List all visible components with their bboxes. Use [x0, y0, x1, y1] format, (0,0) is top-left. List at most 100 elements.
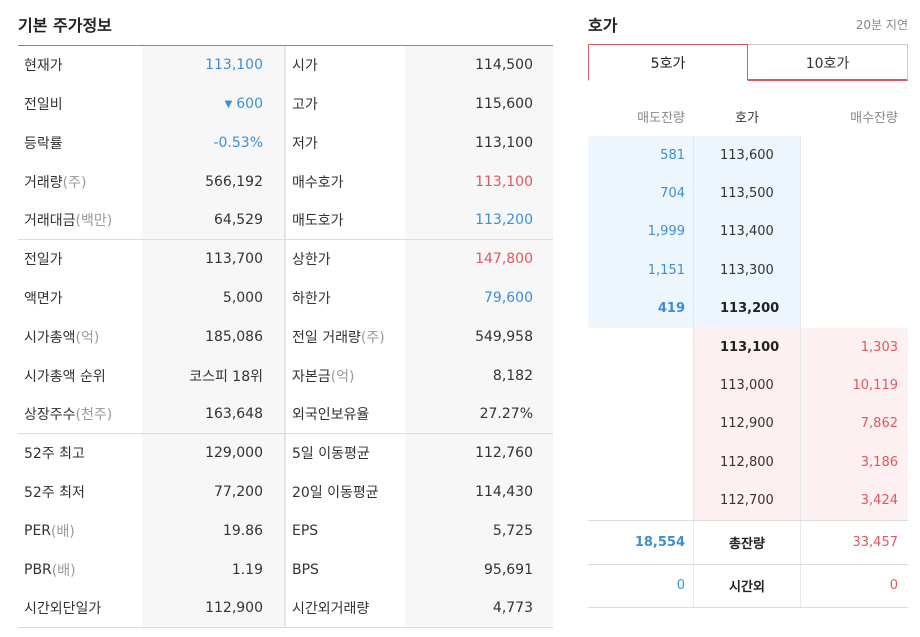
info-value: 113,100 — [405, 162, 553, 202]
info-row: 현재가 113,100 시가 114,500 — [18, 46, 553, 85]
value-text: 79,600 — [484, 290, 533, 307]
ask-qty-empty — [588, 328, 693, 366]
info-row: 시간외단일가 112,900 시간외거래량 4,773 — [18, 589, 553, 628]
value-text: 549,958 — [475, 328, 533, 345]
info-label: 고가 — [285, 84, 405, 124]
label-text: 52주 최저 — [24, 485, 85, 502]
column-gap — [269, 472, 285, 512]
label-text: BPS — [292, 561, 319, 578]
bid-price[interactable]: 112,900 — [693, 404, 801, 444]
info-row: 상장주수 (천주) 163,648 외국인보유율 27.27% — [18, 395, 553, 434]
bid-qty: 3,424 — [801, 481, 908, 520]
value-text: 114,500 — [475, 57, 533, 74]
value-text: 5,000 — [222, 290, 263, 307]
orderbook-tabs: 5호가 10호가 — [588, 44, 908, 81]
total-remaining-row: 18,554 총잔량 33,457 — [588, 519, 908, 564]
value-text: 147,800 — [475, 251, 533, 268]
label-text: 거래량 — [24, 174, 63, 191]
info-value: 113,700 — [142, 239, 269, 279]
bid-price[interactable]: 113,100 — [693, 327, 801, 367]
info-label: 매수호가 — [285, 162, 405, 202]
info-value: 549,958 — [405, 317, 553, 357]
info-value: ▼ 600 — [142, 84, 269, 124]
label-unit: (배) — [51, 562, 76, 579]
label-unit: (배) — [51, 523, 75, 540]
ask-qty: 704 — [588, 174, 693, 213]
info-label: 등락률 — [18, 123, 142, 163]
bid-qty: 1,303 — [801, 327, 908, 367]
tab-10-levels[interactable]: 10호가 — [748, 44, 908, 81]
value-text: 185,086 — [205, 328, 263, 345]
column-gap — [269, 278, 285, 318]
info-label: 20일 이동평균 — [285, 472, 405, 512]
bid-row: 112,800 3,186 — [588, 443, 908, 482]
value-text: 129,000 — [205, 445, 263, 462]
bid-price[interactable]: 112,800 — [693, 443, 801, 482]
value-text: 113,100 — [475, 134, 533, 151]
column-gap — [269, 356, 285, 396]
bid-price[interactable]: 113,000 — [693, 366, 801, 405]
value-text: 5,725 — [492, 522, 533, 539]
info-label: 시간외거래량 — [285, 589, 405, 627]
label-unit: (억) — [330, 368, 355, 385]
column-gap — [269, 162, 285, 202]
value-text: 113,100 — [475, 173, 533, 190]
orderbook-table: 매도잔량 호가 매수잔량 581 113,600 704 113,500 1,999 11… — [588, 96, 908, 608]
label-text: 등락률 — [24, 135, 63, 152]
info-value: 114,430 — [405, 472, 553, 512]
info-label: 52주 최고 — [18, 433, 142, 473]
ask-row: 1,999 113,400 — [588, 212, 908, 252]
info-label: PER (배) — [18, 511, 142, 551]
info-label: 전일 거래량 (주) — [285, 317, 405, 357]
info-value: 19.86 — [142, 511, 269, 551]
info-label: 저가 — [285, 123, 405, 163]
label-text: 전일비 — [24, 97, 63, 114]
info-value: 113,100 — [405, 123, 553, 163]
afterhours-bid-qty: 0 — [889, 578, 898, 594]
tab-5-levels[interactable]: 5호가 — [588, 44, 748, 81]
value-text: 112,760 — [475, 445, 533, 462]
info-row: 전일가 113,700 상한가 147,800 — [18, 239, 553, 279]
column-gap — [269, 46, 285, 85]
label-unit: (주) — [62, 174, 87, 191]
label-text: 자본금 — [292, 368, 331, 385]
info-label: 전일비 — [18, 84, 142, 124]
bid-price[interactable]: 112,700 — [693, 481, 801, 520]
label-text: 거래대금 — [24, 213, 76, 230]
label-text: 매도호가 — [292, 213, 344, 230]
bid-qty-empty — [801, 251, 908, 289]
label-text: 상장주수 — [24, 407, 76, 424]
info-value: 4,773 — [405, 589, 553, 627]
info-row: 시가총액 순위 코스피 18위 자본금 (억) 8,182 — [18, 356, 553, 396]
value-text: 27.27% — [479, 406, 533, 423]
orderbook-body: 581 113,600 704 113,500 1,999 113,400 1,151 113… — [588, 136, 908, 520]
info-row: 액면가 5,000 하한가 79,600 — [18, 278, 553, 318]
info-value: 코스피 18위 — [142, 356, 269, 396]
ask-qty-empty — [588, 443, 693, 481]
info-label: 자본금 (억) — [285, 356, 405, 396]
value-text: 163,648 — [205, 406, 263, 423]
header-bid-qty: 매수잔량 — [850, 110, 898, 126]
bid-row: 113,000 10,119 — [588, 366, 908, 405]
info-value: 77,200 — [142, 472, 269, 512]
info-row: 시가총액 (억) 185,086 전일 거래량 (주) 549,958 — [18, 317, 553, 357]
ask-price[interactable]: 113,400 — [693, 212, 801, 252]
label-text: 고가 — [292, 97, 318, 114]
info-label: PBR (배) — [18, 550, 142, 590]
info-value: 5,725 — [405, 511, 553, 551]
ask-price[interactable]: 113,600 — [693, 136, 801, 175]
basic-info-table: 현재가 113,100 시가 114,500 전일비 ▼ 600 고가 115,600 등락률 -0… — [18, 45, 553, 628]
ask-price[interactable]: 113,200 — [693, 289, 801, 328]
ask-qty: 419 — [588, 289, 693, 328]
info-value: 8,182 — [405, 356, 553, 396]
ask-price[interactable]: 113,500 — [693, 174, 801, 213]
ask-price[interactable]: 113,300 — [693, 251, 801, 290]
bid-qty: 7,862 — [801, 404, 908, 444]
column-gap — [269, 84, 285, 124]
value-text: 19.86 — [222, 522, 263, 539]
column-gap — [269, 395, 285, 433]
down-triangle-icon: ▼ — [224, 98, 233, 110]
info-value: 1.19 — [142, 550, 269, 590]
info-label: 거래량 (주) — [18, 162, 142, 202]
bid-row: 113,100 1,303 — [588, 327, 908, 367]
